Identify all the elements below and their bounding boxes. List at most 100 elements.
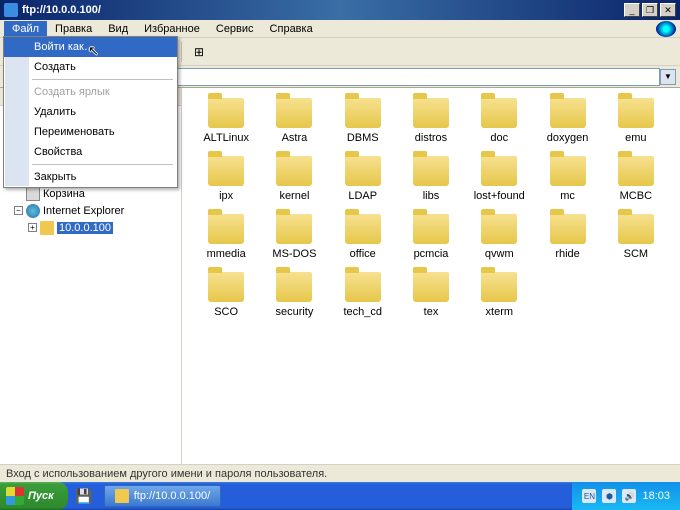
folder-item[interactable]: libs <box>399 156 463 202</box>
folder-item[interactable]: security <box>262 272 326 318</box>
folder-label: pcmcia <box>414 248 449 260</box>
menu-file[interactable]: Файл <box>4 21 47 37</box>
folder-item[interactable]: DBMS <box>331 98 395 144</box>
start-label: Пуск <box>28 490 54 502</box>
quick-launch-save[interactable]: 💾 <box>74 486 94 506</box>
minimize-button[interactable]: _ <box>624 3 640 17</box>
folder-item[interactable]: kernel <box>262 156 326 202</box>
folder-label: SCM <box>624 248 648 260</box>
folder-item[interactable]: LDAP <box>331 156 395 202</box>
task-folder-icon <box>115 489 129 503</box>
folder-icon <box>276 272 312 302</box>
folder-item[interactable]: qvwm <box>467 214 531 260</box>
views-icon <box>194 45 204 59</box>
folder-item[interactable]: SCO <box>194 272 258 318</box>
folder-icon <box>618 156 654 186</box>
folder-item[interactable]: Astra <box>262 98 326 144</box>
menu-properties[interactable]: Свойства <box>4 142 177 162</box>
bin-icon <box>26 187 40 201</box>
tray-shield-icon[interactable]: ⬢ <box>602 489 616 503</box>
menu-help[interactable]: Справка <box>262 21 321 37</box>
folder-item[interactable]: xterm <box>467 272 531 318</box>
folder-label: doc <box>490 132 508 144</box>
clock[interactable]: 18:03 <box>642 490 670 502</box>
folder-item[interactable]: MS-DOS <box>262 214 326 260</box>
folder-icon <box>208 156 244 186</box>
folder-item[interactable]: doc <box>467 98 531 144</box>
menu-tools[interactable]: Сервис <box>208 21 262 37</box>
folder-icon <box>413 156 449 186</box>
folder-grid: ALTLinux Astra DBMS distros doc doxygen emu ipx… <box>182 88 680 496</box>
windows-logo-icon <box>6 487 24 505</box>
menu-edit[interactable]: Правка <box>47 21 100 37</box>
collapse-icon[interactable]: − <box>14 206 23 215</box>
status-text: Вход с использованием другого имени и па… <box>6 468 327 480</box>
window-title: ftp://10.0.0.100/ <box>22 4 624 16</box>
folder-label: libs <box>423 190 440 202</box>
folder-item[interactable]: ALTLinux <box>194 98 258 144</box>
folder-label: mc <box>560 190 575 202</box>
quick-launch: 💾 <box>68 486 100 506</box>
folder-label: Astra <box>282 132 308 144</box>
views-button[interactable] <box>188 41 210 63</box>
folder-icon <box>481 156 517 186</box>
menu-favorites[interactable]: Избранное <box>136 21 208 37</box>
folder-icon <box>208 272 244 302</box>
folder-icon <box>481 98 517 128</box>
menu-view[interactable]: Вид <box>100 21 136 37</box>
folder-icon <box>413 214 449 244</box>
ie-icon <box>26 204 40 218</box>
throbber-icon <box>656 21 676 37</box>
menu-rename[interactable]: Переименовать <box>4 122 177 142</box>
folder-item[interactable]: tech_cd <box>331 272 395 318</box>
menu-delete[interactable]: Удалить <box>4 102 177 122</box>
folder-label: tex <box>424 306 439 318</box>
folder-item[interactable]: mmedia <box>194 214 258 260</box>
folder-label: ALTLinux <box>203 132 249 144</box>
ftp-folder-icon <box>40 221 54 235</box>
folder-label: mmedia <box>207 248 246 260</box>
restore-button[interactable]: ❐ <box>642 3 658 17</box>
folder-item[interactable]: tex <box>399 272 463 318</box>
menu-create-shortcut: Создать ярлык <box>4 82 177 102</box>
folder-item[interactable]: rhide <box>535 214 599 260</box>
folder-icon <box>618 214 654 244</box>
folder-item[interactable]: MCBC <box>604 156 668 202</box>
folder-icon <box>413 98 449 128</box>
folder-item[interactable]: ipx <box>194 156 258 202</box>
folder-item[interactable]: office <box>331 214 395 260</box>
folder-item[interactable]: mc <box>535 156 599 202</box>
language-indicator[interactable]: EN <box>582 489 596 503</box>
folder-label: emu <box>625 132 646 144</box>
taskbar-task[interactable]: ftp://10.0.0.100/ <box>104 485 221 507</box>
folder-label: office <box>350 248 376 260</box>
folder-item[interactable]: doxygen <box>535 98 599 144</box>
folder-icon <box>345 214 381 244</box>
tray-volume-icon[interactable]: 🔊 <box>622 489 636 503</box>
menu-login-as[interactable]: Войти как… ↖ <box>4 37 177 57</box>
system-tray: EN ⬢ 🔊 18:03 <box>572 482 680 510</box>
folder-icon <box>276 214 312 244</box>
folder-item[interactable]: pcmcia <box>399 214 463 260</box>
folder-icon <box>345 98 381 128</box>
start-button[interactable]: Пуск <box>0 482 68 510</box>
tree-item-ftp[interactable]: + 10.0.0.100 <box>0 219 181 236</box>
menu-create[interactable]: Создать <box>4 57 177 77</box>
taskbar: Пуск 💾 ftp://10.0.0.100/ EN ⬢ 🔊 18:03 <box>0 482 680 510</box>
tree-item-ie[interactable]: − Internet Explorer <box>0 202 181 219</box>
window-titlebar: ftp://10.0.0.100/ _ ❐ ✕ <box>0 0 680 20</box>
folder-icon <box>550 214 586 244</box>
address-dropdown-button[interactable]: ▼ <box>660 69 676 85</box>
folder-item[interactable]: distros <box>399 98 463 144</box>
folder-item[interactable]: emu <box>604 98 668 144</box>
folder-item[interactable]: lost+found <box>467 156 531 202</box>
folder-label: rhide <box>555 248 579 260</box>
folder-icon <box>276 98 312 128</box>
folder-label: kernel <box>279 190 309 202</box>
folder-item[interactable]: SCM <box>604 214 668 260</box>
expand-icon[interactable]: + <box>28 223 37 232</box>
folder-icon <box>618 98 654 128</box>
menu-close[interactable]: Закрыть <box>4 167 177 187</box>
close-button[interactable]: ✕ <box>660 3 676 17</box>
folder-label: distros <box>415 132 447 144</box>
